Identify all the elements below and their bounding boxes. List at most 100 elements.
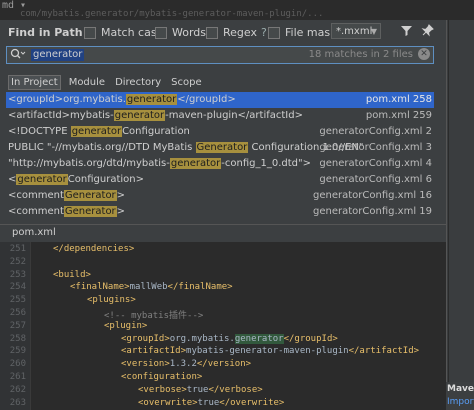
file-mask-value: *.mxml	[336, 26, 373, 37]
result-row[interactable]: <commentGenerator> generatorConfig.xml 19	[6, 204, 434, 220]
clear-search-icon[interactable]: ✕	[418, 48, 430, 60]
code-token: </verbose>	[208, 384, 263, 395]
match-highlight: generator	[70, 126, 123, 137]
code-token: </version>	[196, 359, 252, 370]
result-text: PUBLIC "-//mybatis.org//DTD MyBatis Gene…	[8, 140, 364, 156]
line-number: 251	[9, 244, 26, 254]
line-number: 262	[9, 384, 26, 395]
words-label: Words	[172, 26, 207, 39]
line-number: 261	[9, 372, 26, 382]
result-row[interactable]: PUBLIC "-//mybatis.org//DTD MyBatis Gene…	[6, 140, 434, 156]
search-icon[interactable]	[10, 48, 26, 63]
match-case-checkbox[interactable]	[84, 26, 96, 39]
search-query: generator	[31, 49, 85, 61]
result-text: <!DOCTYPE generatorConfiguration	[8, 124, 190, 140]
pin-icon[interactable]	[421, 24, 434, 40]
file-mask-option[interactable]: File mask:	[268, 26, 340, 39]
code-token: </artifactId>	[348, 346, 420, 357]
line-number: 254	[9, 282, 26, 293]
result-text-before: <comment	[8, 206, 64, 217]
code-preview[interactable]: 251 252 253 254 255 256 257 258 259 260 261 262 263 …	[0, 242, 446, 410]
code-token: true	[197, 397, 220, 408]
words-option[interactable]: Words	[155, 26, 206, 39]
code-token: <configuration>	[121, 372, 203, 382]
result-row[interactable]: <generatorConfiguration> generatorConfig.…	[6, 172, 434, 188]
result-row[interactable]: <!DOCTYPE generatorConfiguration generato…	[6, 124, 434, 140]
result-file-location: pom.xml 258	[365, 94, 432, 105]
dialog-header: Find in Path Match case Words Regex ? Fi…	[0, 20, 446, 44]
code-token: </groupId>	[283, 333, 338, 344]
result-text-before: PUBLIC "-//mybatis.org//DTD MyBatis	[8, 142, 196, 153]
code-token: <version>	[121, 359, 170, 370]
result-text-after: >	[116, 206, 126, 217]
result-text: <commentGenerator>	[8, 204, 125, 220]
code-token: </finalName>	[167, 282, 233, 293]
result-row[interactable]: <artifactId>mybatis-generator-maven-plug…	[6, 108, 434, 124]
regex-option[interactable]: Regex ?	[206, 26, 267, 39]
result-text-after: </groupId>	[177, 94, 236, 105]
code-line: <groupId>org.mybatis.generator</groupId>	[121, 333, 338, 344]
result-file-location: generatorConfig.xml 6	[319, 174, 432, 185]
code-token: <verbose>	[138, 384, 187, 395]
match-highlight: generator	[16, 174, 68, 185]
result-file-location: generatorConfig.xml 19	[313, 206, 432, 217]
filter-icon[interactable]	[400, 24, 413, 40]
line-number: 258	[9, 333, 26, 344]
result-row[interactable]: <groupId>org.mybatis.generator</groupId>…	[6, 92, 434, 108]
code-token: <overwrite>	[138, 397, 198, 408]
code-token: mallWeb	[129, 282, 168, 293]
preview-file-bar: pom.xml	[0, 224, 446, 244]
scope-tab[interactable]: Directory	[113, 76, 163, 89]
code-token: <plugins>	[87, 295, 136, 306]
regex-checkbox[interactable]	[206, 26, 218, 39]
maven-label: Maven	[447, 384, 474, 394]
code-token: </overwrite>	[219, 397, 285, 408]
scope-tab[interactable]: Scope	[169, 76, 203, 89]
result-file-location: generatorConfig.xml 4	[319, 158, 432, 169]
scope-tab[interactable]: In Project	[8, 74, 61, 90]
code-token: </dependencies>	[53, 244, 135, 254]
background-right-panel	[446, 20, 474, 410]
match-highlight: Generator	[63, 190, 117, 201]
code-token: 1.3.2	[169, 359, 197, 370]
code-token: <groupId>	[121, 333, 170, 344]
scope-tab[interactable]: Module	[67, 76, 107, 89]
result-text: <generatorConfiguration>	[8, 172, 144, 188]
result-file-location: generatorConfig.xml 16	[313, 190, 432, 201]
code-line: <plugin>	[104, 321, 147, 331]
result-text-after: -config_1_0.dtd">	[221, 158, 311, 169]
result-row[interactable]: <commentGenerator> generatorConfig.xml 16	[6, 188, 434, 204]
result-text-before: "http://mybatis.org/dtd/mybatis-	[8, 158, 170, 169]
match-highlight: generator	[169, 158, 222, 169]
code-match-highlight: generator	[234, 333, 284, 344]
result-text-after: Configuration>	[67, 174, 144, 185]
code-line: <!-- mybatis插件-->	[104, 308, 203, 321]
regex-help-icon[interactable]: ?	[261, 26, 267, 39]
maven-import-link[interactable]: Import	[447, 397, 474, 407]
match-case-option[interactable]: Match case	[84, 26, 163, 39]
code-token: org.mybatis.	[169, 333, 235, 344]
line-number: 256	[9, 308, 26, 318]
code-line: </dependencies>	[53, 244, 134, 254]
line-number: 259	[9, 346, 26, 357]
result-text-before: <groupId>org.mybatis.	[8, 94, 126, 105]
match-highlight: generator	[125, 94, 178, 105]
result-text-before: <artifactId>mybatis-	[8, 110, 114, 121]
code-token: <finalName>	[70, 282, 130, 293]
result-file-location: generatorConfig.xml 3	[319, 142, 432, 153]
line-number: 253	[9, 269, 26, 280]
code-token: <!-- mybatis插件-->	[104, 311, 204, 321]
background-path-text: com/mybatis.generator/mybatis-generator-…	[20, 9, 324, 19]
words-checkbox[interactable]	[155, 26, 167, 39]
result-text-after: -maven-plugin</artifactId>	[165, 110, 303, 121]
code-line: <finalName>mallWeb</finalName>	[70, 282, 233, 292]
file-mask-checkbox[interactable]	[268, 26, 280, 39]
search-input[interactable]: generator 18 matches in 2 files ✕	[6, 46, 434, 64]
file-mask-select[interactable]: *.mxml ▼	[331, 23, 381, 39]
code-token: mybatis-generator-maven-plugin	[186, 346, 349, 357]
result-text-before: <!DOCTYPE	[8, 126, 71, 137]
result-row[interactable]: "http://mybatis.org/dtd/mybatis-generato…	[6, 156, 434, 172]
maven-tool-window[interactable]: Maven Import	[446, 382, 474, 410]
line-number: 263	[9, 397, 26, 408]
result-text: "http://mybatis.org/dtd/mybatis-generato…	[8, 156, 311, 172]
